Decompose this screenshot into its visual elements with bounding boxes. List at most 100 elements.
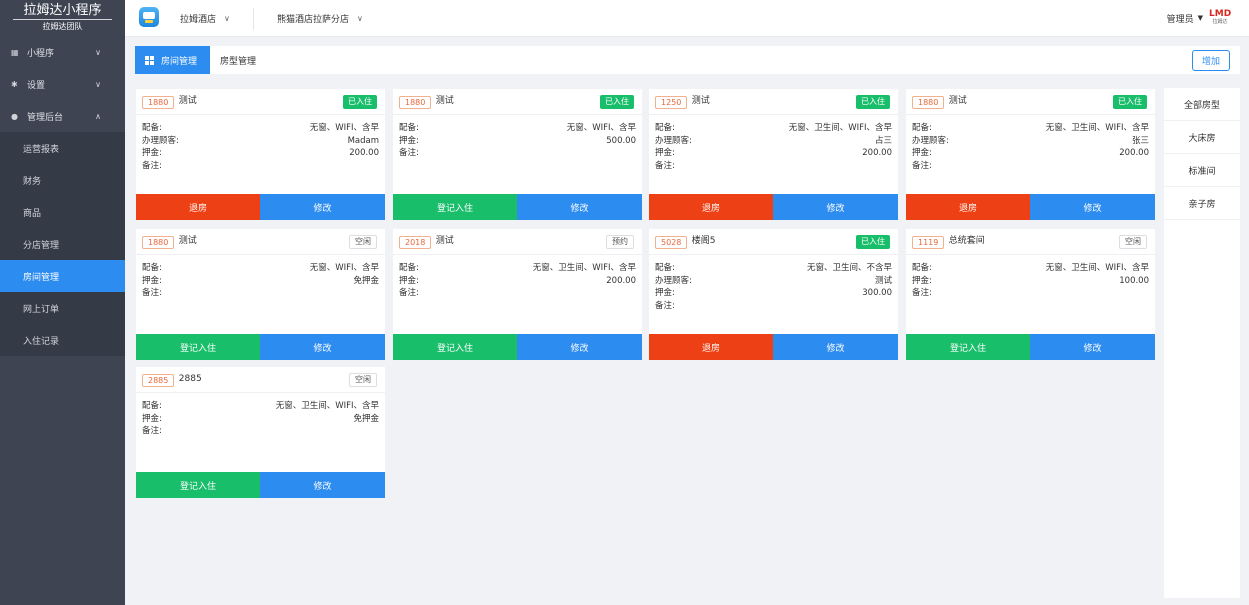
room-card-header: 1880 测试 空闲 xyxy=(136,229,385,255)
deposit-value: 500.00 xyxy=(606,135,636,146)
edit-button[interactable]: 修改 xyxy=(1030,194,1155,220)
room-type-standard[interactable]: 标准间 xyxy=(1164,154,1240,187)
room-type-family[interactable]: 亲子房 xyxy=(1164,187,1240,220)
menu-group-settings[interactable]: ✱ 设置 ∨ xyxy=(0,68,125,100)
room-card-header: 2018 测试 预约 xyxy=(393,229,642,255)
edit-button[interactable]: 修改 xyxy=(517,334,642,360)
checkin-button[interactable]: 登记入住 xyxy=(906,334,1030,360)
note-row: 备注: xyxy=(142,425,379,438)
room-name: 2885 xyxy=(178,374,202,384)
room-card-body: 配备: 无窗、卫生间、不含早 办理顾客: 测试 押金: 300.00 备注: xyxy=(649,255,898,334)
room-card-actions: 登记入住 修改 xyxy=(393,334,642,360)
checkout-button[interactable]: 退房 xyxy=(136,194,260,220)
note-row: 备注: xyxy=(399,147,636,160)
room-card-body: 配备: 无窗、WIFI、含早 押金: 500.00 备注: xyxy=(393,115,642,194)
deposit-label: 押金: xyxy=(399,275,419,286)
company-logo: LMD 拉姆达 xyxy=(1209,9,1231,26)
edit-button[interactable]: 修改 xyxy=(773,334,898,360)
tab-bar: 房间管理 房型管理 增加 xyxy=(135,46,1240,74)
room-type-all[interactable]: 全部房型 xyxy=(1164,88,1240,121)
room-card-header: 1880 测试 已入住 xyxy=(393,89,642,115)
sidebar-item-finance[interactable]: 财务 xyxy=(0,164,125,196)
edit-button[interactable]: 修改 xyxy=(260,472,385,498)
amenities-row: 配备: 无窗、WIFI、含早 xyxy=(142,262,379,275)
note-label: 备注: xyxy=(142,426,162,436)
deposit-label: 押金: xyxy=(912,148,932,158)
guest-value: 张三 xyxy=(1131,135,1149,146)
status-badge: 预约 xyxy=(606,235,634,249)
amenities-row: 配备: 无窗、卫生间、WIFI、含早 xyxy=(912,122,1149,135)
chevron-down-icon: ∨ xyxy=(357,13,363,23)
room-type-king[interactable]: 大床房 xyxy=(1164,121,1240,154)
sidebar-item-online-orders[interactable]: 网上订单 xyxy=(0,292,125,324)
edit-button[interactable]: 修改 xyxy=(1030,334,1155,360)
deposit-row: 押金: 免押金 xyxy=(142,413,379,426)
hotel-select[interactable]: 拉姆酒店 ∨ xyxy=(180,0,230,36)
deposit-row: 押金: 500.00 xyxy=(399,135,636,148)
amenities-row: 配备: 无窗、卫生间、WIFI、含早 xyxy=(912,262,1149,275)
room-card-header: 1880 测试 已入住 xyxy=(906,89,1155,115)
deposit-value: 免押金 xyxy=(353,413,379,424)
room-card-header: 1250 测试 已入住 xyxy=(649,89,898,115)
edit-button[interactable]: 修改 xyxy=(260,334,385,360)
sidebar-item-rooms[interactable]: 房间管理 xyxy=(0,260,125,292)
amenities-row: 配备: 无窗、卫生间、不含早 xyxy=(655,262,892,275)
checkout-button[interactable]: 退房 xyxy=(906,194,1030,220)
amenities-value: 无窗、卫生间、WIFI、含早 xyxy=(788,123,892,133)
guest-value: 占三 xyxy=(874,135,892,146)
amenities-label: 配备: xyxy=(655,123,675,133)
deposit-value: 300.00 xyxy=(862,288,892,298)
room-card: 1880 测试 已入住 配备: 无窗、WIFI、含早 押金: 500.00 备注: 登记入住 修改 xyxy=(393,89,642,220)
checkin-button[interactable]: 登记入住 xyxy=(393,194,517,220)
room-number-badge: 1880 xyxy=(142,96,175,109)
amenities-value: 无窗、卫生间、WIFI、含早 xyxy=(532,263,636,273)
chevron-down-icon: ∨ xyxy=(95,79,101,89)
note-row: 备注: xyxy=(912,287,1149,300)
room-card: 1880 测试 已入住 配备: 无窗、卫生间、WIFI、含早 办理顾客: 张三 押金: 200.… xyxy=(906,89,1155,220)
menu-group-admin[interactable]: ● 管理后台 ∧ xyxy=(0,100,125,132)
checkin-button[interactable]: 登记入住 xyxy=(136,334,260,360)
brand: 拉姆达小程序 拉姆达团队 xyxy=(0,0,125,36)
gear-icon: ✱ xyxy=(11,79,18,89)
status-badge: 空闲 xyxy=(1119,235,1147,249)
room-card-body: 配备: 无窗、WIFI、含早 押金: 免押金 备注: xyxy=(136,255,385,334)
guest-value: Madam xyxy=(347,135,379,146)
sidebar-item-checkin-records[interactable]: 入住记录 xyxy=(0,324,125,356)
branch-select[interactable]: 熊猫酒店拉萨分店 ∨ xyxy=(277,0,363,36)
brand-title: 拉姆达小程序 xyxy=(13,3,112,20)
edit-button[interactable]: 修改 xyxy=(260,194,385,220)
note-label: 备注: xyxy=(399,288,419,298)
status-badge: 空闲 xyxy=(349,373,377,387)
edit-button[interactable]: 修改 xyxy=(773,194,898,220)
tab-room-type-management[interactable]: 房型管理 xyxy=(220,46,256,74)
menu-group-miniprogram[interactable]: ▦ 小程序 ∨ xyxy=(0,36,125,68)
tab-room-management[interactable]: 房间管理 xyxy=(135,46,210,74)
amenities-value: 无窗、卫生间、不含早 xyxy=(806,263,892,273)
note-label: 备注: xyxy=(399,148,419,158)
checkin-button[interactable]: 登记入住 xyxy=(393,334,517,360)
room-number-badge: 1880 xyxy=(912,96,945,109)
sidebar-item-branches[interactable]: 分店管理 xyxy=(0,228,125,260)
sidebar-item-goods[interactable]: 商品 xyxy=(0,196,125,228)
note-label: 备注: xyxy=(655,160,675,171)
sidebar-item-report[interactable]: 运营报表 xyxy=(0,132,125,164)
deposit-value: 200.00 xyxy=(1119,148,1149,158)
guest-value: 测试 xyxy=(874,275,892,286)
room-card-actions: 退房 修改 xyxy=(906,194,1155,220)
room-card-actions: 登记入住 修改 xyxy=(906,334,1155,360)
user-menu[interactable]: 管理员 ▼ xyxy=(1167,0,1203,36)
amenities-value: 无窗、卫生间、WIFI、含早 xyxy=(1045,123,1149,133)
room-number-badge: 5028 xyxy=(655,236,688,249)
checkout-button[interactable]: 退房 xyxy=(649,334,773,360)
windows-icon xyxy=(145,55,154,65)
note-row: 备注: xyxy=(655,300,892,313)
edit-button[interactable]: 修改 xyxy=(517,194,642,220)
checkin-button[interactable]: 登记入住 xyxy=(136,472,260,498)
brand-subtitle: 拉姆达团队 xyxy=(42,22,83,31)
add-button[interactable]: 增加 xyxy=(1192,50,1230,71)
checkout-button[interactable]: 退房 xyxy=(649,194,773,220)
tab-label: 房间管理 xyxy=(161,56,198,67)
branch-select-value: 熊猫酒店拉萨分店 xyxy=(277,14,350,25)
room-card-header: 1119 总统套间 空闲 xyxy=(906,229,1155,255)
hotel-select-value: 拉姆酒店 xyxy=(180,14,217,25)
